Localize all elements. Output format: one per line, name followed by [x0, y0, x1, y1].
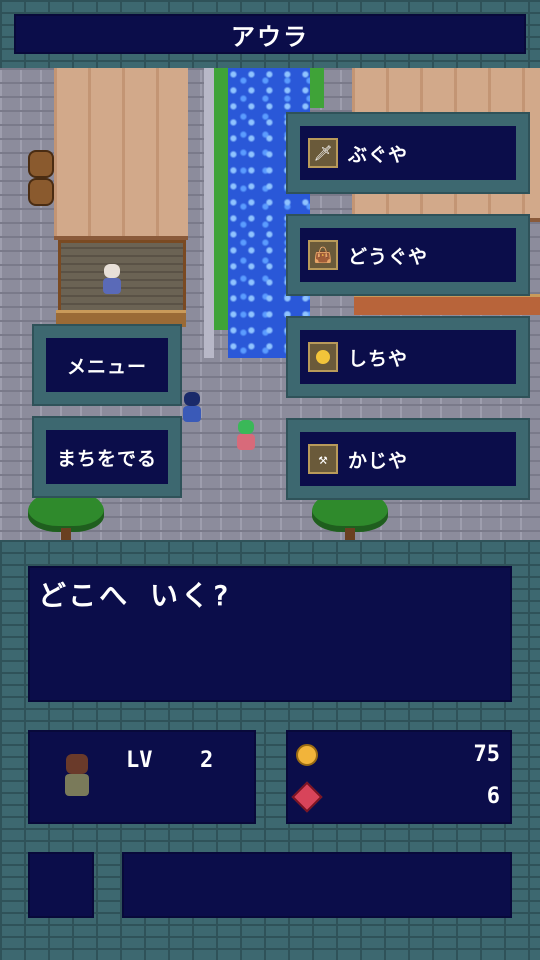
town-name: アウラ — [231, 22, 309, 51]
gem-amount: 6 — [486, 784, 500, 809]
sword-icon: 🗡 — [308, 138, 338, 168]
market-tent-left — [54, 68, 188, 240]
barrel — [28, 178, 54, 206]
shop-label: しちや — [348, 347, 409, 370]
market-stall-left — [58, 240, 186, 316]
level-value: 2 — [200, 748, 214, 773]
bottom-slot-small — [28, 852, 94, 918]
shop-button-item[interactable]: 👜 どうぐや — [288, 216, 528, 294]
river — [228, 68, 310, 358]
coin-icon — [308, 342, 338, 372]
leave-town-button[interactable]: まちをでる — [34, 418, 180, 496]
shop-label: かじや — [348, 449, 409, 472]
shop-button-blacksmith[interactable]: ⚒ かじや — [288, 420, 528, 498]
status-panel-currency: 75 6 — [286, 730, 512, 824]
market-goods-counter — [354, 294, 540, 315]
river-grass-left — [214, 68, 228, 330]
shop-label: ぶぐや — [348, 143, 409, 166]
tree-trunk — [345, 528, 355, 540]
stall-counter — [56, 310, 186, 327]
gem-icon — [291, 780, 323, 813]
gold-amount: 75 — [473, 742, 501, 767]
tree — [28, 490, 104, 532]
message-box: どこへ いく? — [28, 566, 512, 702]
tree-trunk — [61, 528, 71, 540]
title-bar: アウラ — [14, 14, 526, 54]
barrel — [28, 150, 54, 178]
river-grass-right — [310, 68, 324, 108]
menu-button[interactable]: メニュー — [34, 326, 180, 404]
menu-label: メニュー — [66, 355, 147, 378]
shop-label: どうぐや — [348, 245, 429, 268]
bottom-slot-wide — [122, 852, 512, 918]
shop-button-weapon[interactable]: 🗡 ぶぐや — [288, 114, 528, 192]
leave-town-label: まちをでる — [56, 447, 157, 470]
river-stone-edge — [204, 68, 214, 358]
message-text: どこへ いく? — [38, 579, 232, 612]
bag-icon: 👜 — [308, 240, 338, 270]
level-label: LV — [126, 748, 153, 773]
shop-button-pawn[interactable]: しちや — [288, 318, 528, 396]
status-panel-level: LV 2 — [28, 730, 256, 824]
gold-icon — [296, 743, 318, 766]
anvil-icon: ⚒ — [308, 444, 338, 474]
